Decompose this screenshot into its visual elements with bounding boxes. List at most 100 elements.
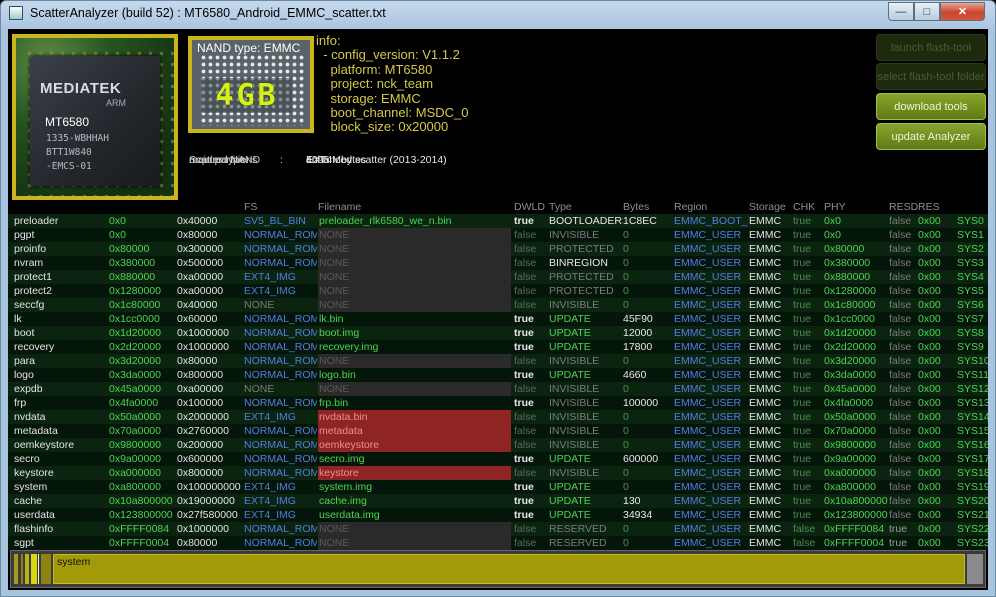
table-row[interactable]: proinfo 0x80000 0x300000 NORMAL_ROM NONE fals… bbox=[8, 242, 988, 256]
cell-name: recovery bbox=[14, 341, 55, 353]
cell-stor: EMMC bbox=[749, 257, 782, 269]
table-row[interactable]: nvram 0x380000 0x500000 NORMAL_ROM NONE false… bbox=[8, 256, 988, 270]
cell-type: RESERVED bbox=[549, 523, 607, 535]
cell-file: secro.img bbox=[319, 453, 365, 465]
cell-file: userdata.img bbox=[319, 509, 380, 521]
table-row[interactable]: preloader 0x0 0x40000 SV5_BL_BIN preloader_r… bbox=[8, 214, 988, 228]
table-row[interactable]: secro 0x9a00000 0x600000 NORMAL_ROM secro.im… bbox=[8, 452, 988, 466]
cell-res: 0x00 bbox=[918, 355, 941, 367]
map-segment-system[interactable]: system bbox=[53, 554, 965, 584]
cell-sys: SYS2 bbox=[957, 243, 984, 255]
cell-fs: NORMAL_ROM bbox=[244, 257, 317, 269]
table-row[interactable]: frp 0x4fa0000 0x100000 NORMAL_ROM frp.bin tru… bbox=[8, 396, 988, 410]
cell-phy: 0x45a0000 bbox=[824, 383, 876, 395]
cell-sys: SYS7 bbox=[957, 313, 984, 325]
cell-dl: true bbox=[514, 313, 534, 325]
cell-stor: EMMC bbox=[749, 243, 782, 255]
table-row[interactable]: flashinfo 0xFFFF0084 0x1000000 NORMAL_ROM NO… bbox=[8, 522, 988, 536]
cell-chk: true bbox=[793, 467, 812, 479]
table-row[interactable]: userdata 0x123800000 0x27f580000 EXT4_IMG us… bbox=[8, 508, 988, 522]
cell-file: lk.bin bbox=[319, 313, 344, 325]
cell-fs: EXT4_IMG bbox=[244, 481, 296, 493]
cell-file: system.img bbox=[319, 481, 373, 493]
cell-sys: SYS13 bbox=[957, 397, 988, 409]
map-segment[interactable] bbox=[14, 554, 18, 584]
app-window: ScatterAnalyzer (build 52) : MT6580_Andr… bbox=[0, 0, 996, 597]
maximize-button[interactable]: □ bbox=[914, 2, 940, 21]
minimize-button[interactable]: — bbox=[888, 2, 914, 21]
table-row[interactable]: metadata 0x70a0000 0x2760000 NORMAL_ROM meta… bbox=[8, 424, 988, 438]
update-analyzer-button[interactable]: update Analyzer bbox=[876, 123, 986, 150]
cell-chk: true bbox=[793, 285, 812, 297]
map-segment[interactable] bbox=[967, 554, 983, 584]
table-row[interactable]: pgpt 0x0 0x80000 NORMAL_ROM NONE false INVISIB… bbox=[8, 228, 988, 242]
chip-marking-2: BTT1W840 bbox=[46, 147, 92, 158]
table-row[interactable]: lk 0x1cc0000 0x60000 NORMAL_ROM lk.bin true UP… bbox=[8, 312, 988, 326]
cell-chk: true bbox=[793, 383, 812, 395]
table-row[interactable]: oemkeystore 0x9800000 0x200000 NORMAL_ROM oe… bbox=[8, 438, 988, 452]
cell-chk: true bbox=[793, 313, 812, 325]
table-row[interactable]: expdb 0x45a0000 0xa00000 NONE NONE false INVIS… bbox=[8, 382, 988, 396]
table-row[interactable]: sgpt 0xFFFF0004 0x80000 NORMAL_ROM NONE false… bbox=[8, 536, 988, 550]
cell-bytes: 0 bbox=[623, 299, 629, 311]
cell-name: protect2 bbox=[14, 285, 52, 297]
table-row[interactable]: keystore 0xa000000 0x800000 NORMAL_ROM keyst… bbox=[8, 466, 988, 480]
cell-start: 0x880000 bbox=[109, 271, 156, 283]
select-flash-tool-folder-button[interactable]: select flash-tool folder bbox=[876, 63, 986, 90]
cell-name: expdb bbox=[14, 383, 43, 395]
cell-stor: EMMC bbox=[749, 537, 782, 549]
table-row[interactable]: protect1 0x880000 0xa00000 EXT4_IMG NONE fals… bbox=[8, 270, 988, 284]
cell-phy: 0x9800000 bbox=[824, 439, 876, 451]
cell-phy: 0xa800000 bbox=[824, 481, 876, 493]
table-row[interactable]: boot 0x1d20000 0x1000000 NORMAL_ROM boot.img… bbox=[8, 326, 988, 340]
map-segment[interactable] bbox=[41, 554, 51, 584]
cell-size: 0x200000 bbox=[177, 439, 224, 451]
cell-type: INVISIBLE bbox=[549, 229, 600, 241]
cell-type: INVISIBLE bbox=[549, 299, 600, 311]
cell-sys: SYS4 bbox=[957, 271, 984, 283]
table-row[interactable]: recovery 0x2d20000 0x1000000 NORMAL_ROM reco… bbox=[8, 340, 988, 354]
cell-chk: true bbox=[793, 397, 812, 409]
map-segment[interactable] bbox=[21, 554, 23, 584]
cell-stor: EMMC bbox=[749, 495, 782, 507]
map-segment[interactable] bbox=[25, 554, 29, 584]
table-row[interactable]: para 0x3d20000 0x80000 NORMAL_ROM NONE false I… bbox=[8, 354, 988, 368]
cell-start: 0x10a800000 bbox=[109, 495, 173, 507]
cell-dl: true bbox=[514, 481, 534, 493]
map-segment[interactable] bbox=[31, 554, 37, 584]
chip-arm-text: ARM bbox=[106, 98, 126, 108]
cell-resd: false bbox=[889, 299, 912, 311]
cell-res: 0x00 bbox=[918, 327, 941, 339]
cell-stor: EMMC bbox=[749, 229, 782, 241]
table-row[interactable]: protect2 0x1280000 0xa00000 EXT4_IMG NONE fal… bbox=[8, 284, 988, 298]
table-row[interactable]: nvdata 0x50a0000 0x2000000 EXT4_IMG nvdata.b… bbox=[8, 410, 988, 424]
summary-sep: : bbox=[280, 154, 283, 166]
cell-stor: EMMC bbox=[749, 481, 782, 493]
cell-chk: true bbox=[793, 481, 812, 493]
cell-fs: NORMAL_ROM bbox=[244, 313, 317, 325]
cell-name: lk bbox=[14, 313, 22, 325]
table-row[interactable]: seccfg 0x1c80000 0x40000 NONE NONE false INVIS… bbox=[8, 298, 988, 312]
close-button[interactable]: ✕ bbox=[940, 2, 985, 21]
cell-name: metadata bbox=[14, 425, 58, 437]
col-fs: FS bbox=[244, 201, 258, 213]
download-tools-button[interactable]: download tools bbox=[876, 93, 986, 120]
cell-name: logo bbox=[14, 369, 34, 381]
launch-flash-tool-button[interactable]: launch flash-tool bbox=[876, 34, 986, 61]
table-row[interactable]: cache 0x10a800000 0x19000000 EXT4_IMG cache.… bbox=[8, 494, 988, 508]
cell-name: keystore bbox=[14, 467, 54, 479]
cell-type: UPDATE bbox=[549, 481, 591, 493]
chip-brand: MEDIATEK bbox=[40, 80, 122, 97]
cell-name: oemkeystore bbox=[14, 439, 75, 451]
cell-phy: 0x9a00000 bbox=[824, 453, 876, 465]
cell-name: seccfg bbox=[14, 299, 45, 311]
col-chk: CHK bbox=[793, 201, 816, 213]
cell-stor: EMMC bbox=[749, 327, 782, 339]
table-row[interactable]: system 0xa800000 0x100000000 EXT4_IMG system… bbox=[8, 480, 988, 494]
cell-fs: NONE bbox=[244, 383, 275, 395]
table-row[interactable]: logo 0x3da0000 0x800000 NORMAL_ROM logo.bin t… bbox=[8, 368, 988, 382]
cell-resd: false bbox=[889, 509, 912, 521]
map-segment-label: system bbox=[57, 556, 91, 568]
cell-phy: 0x3d20000 bbox=[824, 355, 876, 367]
cell-resd: false bbox=[889, 215, 912, 227]
